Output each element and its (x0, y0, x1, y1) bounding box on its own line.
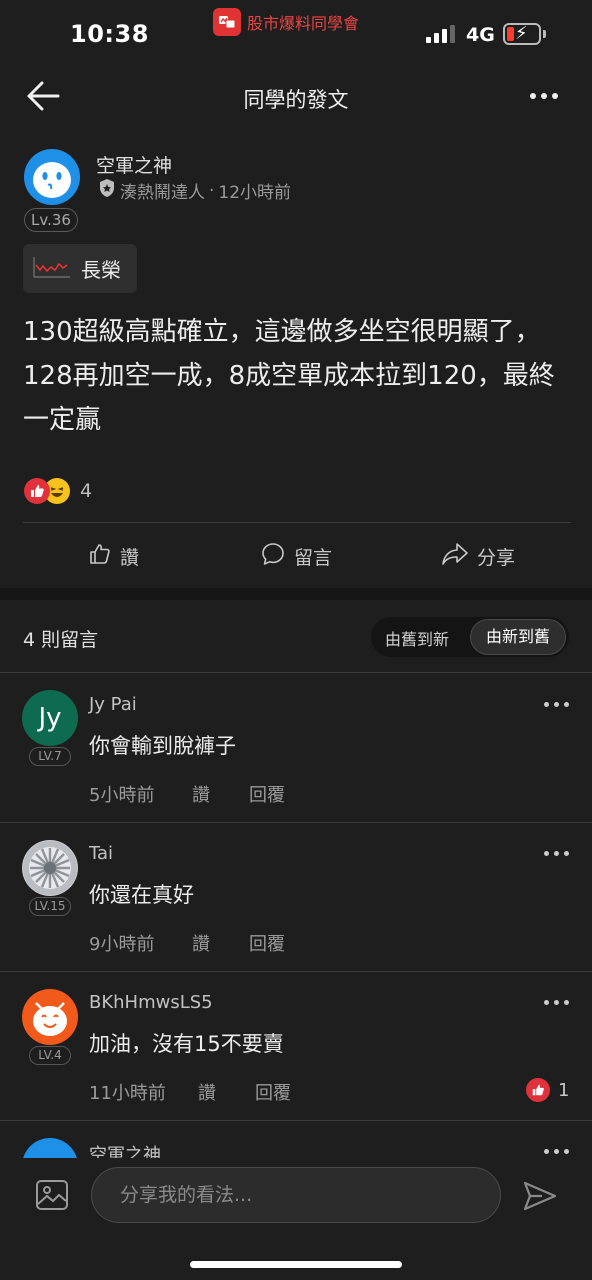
app-logo-icon (213, 8, 241, 36)
send-icon[interactable] (522, 1178, 558, 1214)
comment-label: 留言 (294, 546, 333, 569)
comment-level-badge: LV.7 (29, 747, 71, 766)
divider (0, 1120, 592, 1121)
post-reactions[interactable]: 4 (24, 478, 92, 504)
share-arrow-icon (441, 542, 469, 571)
author-title: 湊熱鬧達人 (120, 183, 205, 203)
wheel-avatar-image (23, 841, 77, 895)
more-dots-icon[interactable] (530, 84, 570, 108)
comment-like-button[interactable]: 讚 (198, 1079, 216, 1105)
battery-icon: ⚡ (503, 23, 541, 45)
comment-like-button[interactable]: 讚 (192, 781, 210, 807)
meta-separator: · (209, 180, 215, 201)
comment-author[interactable]: Jy Pai (89, 694, 137, 715)
post-time: 12小時前 (218, 183, 292, 203)
comment-time: 9小時前 (89, 934, 155, 955)
author-meta: 湊熱鬧達人 · 12小時前 (98, 178, 291, 203)
comment-text: 你會輸到脫褲子 (89, 734, 236, 758)
comment-more-dots-icon[interactable] (544, 851, 569, 856)
network-type: 4G (466, 24, 495, 46)
mascot-avatar-image (33, 1002, 67, 1036)
comment-reply-button[interactable]: 回覆 (249, 781, 285, 807)
comment-level-badge: LV.15 (29, 897, 71, 916)
comment-text: 加油，沒有15不要賣 (89, 1032, 284, 1056)
author-name[interactable]: 空軍之神 (96, 151, 172, 178)
comment-time: 11小時前 (89, 1083, 166, 1104)
divider (23, 522, 571, 523)
battery-cap (543, 30, 546, 38)
sort-old-to-new-button[interactable]: 由舊到新 (385, 626, 449, 650)
comment-count: 4 則留言 (23, 629, 99, 651)
divider (0, 822, 592, 823)
comment-avatar[interactable] (22, 840, 78, 896)
comment-reaction-count: 1 (558, 1079, 570, 1101)
comment-more-dots-icon[interactable] (544, 1149, 569, 1154)
signal-icon (426, 25, 455, 43)
avatar-initials: Jy (38, 703, 62, 733)
home-indicator (190, 1261, 402, 1268)
like-button[interactable]: 讚 (88, 540, 139, 572)
section-divider (0, 588, 592, 600)
divider (0, 971, 592, 972)
comment-time: 5小時前 (89, 785, 155, 806)
app-name: 股市爆料同學會 (247, 14, 360, 33)
like-reaction-icon (526, 1078, 550, 1102)
sort-toggle: 由舊到新 由新到舊 (371, 617, 569, 657)
sort-new-to-old-button[interactable]: 由新到舊 (470, 619, 566, 655)
thumbs-up-icon (88, 542, 112, 571)
like-reaction-icon (24, 478, 50, 504)
divider (0, 672, 592, 673)
comment-more-dots-icon[interactable] (544, 1000, 569, 1005)
comment-more-dots-icon[interactable] (544, 702, 569, 707)
author-avatar[interactable] (24, 149, 80, 205)
page-title: 同學的發文 (243, 88, 349, 112)
chat-bubble-icon (260, 541, 286, 572)
comment-avatar[interactable] (22, 989, 78, 1045)
shield-icon (98, 178, 116, 203)
comment-input[interactable] (91, 1167, 501, 1223)
comment-level-badge: LV.4 (29, 1046, 71, 1065)
comment-text: 你還在真好 (89, 883, 194, 907)
stock-tag[interactable]: 長榮 (23, 244, 137, 293)
share-button[interactable]: 分享 (441, 540, 515, 572)
comment-button[interactable]: 留言 (260, 540, 332, 572)
comment-like-button[interactable]: 讚 (192, 930, 210, 956)
post-body: 130超級高點確立，這邊做多坐空很明顯了，128再加空一成，8成空單成本拉到12… (23, 317, 555, 435)
stock-chart-icon (33, 255, 71, 283)
reaction-count: 4 (80, 480, 93, 502)
comment-reactions[interactable]: 1 (526, 1078, 569, 1102)
image-icon[interactable] (35, 1178, 69, 1212)
like-label: 讚 (120, 546, 140, 569)
comment-reply-button[interactable]: 回覆 (249, 930, 285, 956)
status-time: 10:38 (70, 20, 149, 48)
author-level-badge: Lv.36 (24, 208, 78, 232)
comment-author[interactable]: BKhHmwsLS5 (89, 992, 213, 1013)
share-label: 分享 (477, 546, 516, 569)
comment-author[interactable]: Tai (89, 843, 113, 864)
app-indicator[interactable]: 股市爆料同學會 (213, 8, 359, 36)
stock-tag-label: 長榮 (81, 258, 121, 282)
comment-reply-button[interactable]: 回覆 (255, 1079, 291, 1105)
comment-avatar[interactable]: Jy (22, 690, 78, 746)
